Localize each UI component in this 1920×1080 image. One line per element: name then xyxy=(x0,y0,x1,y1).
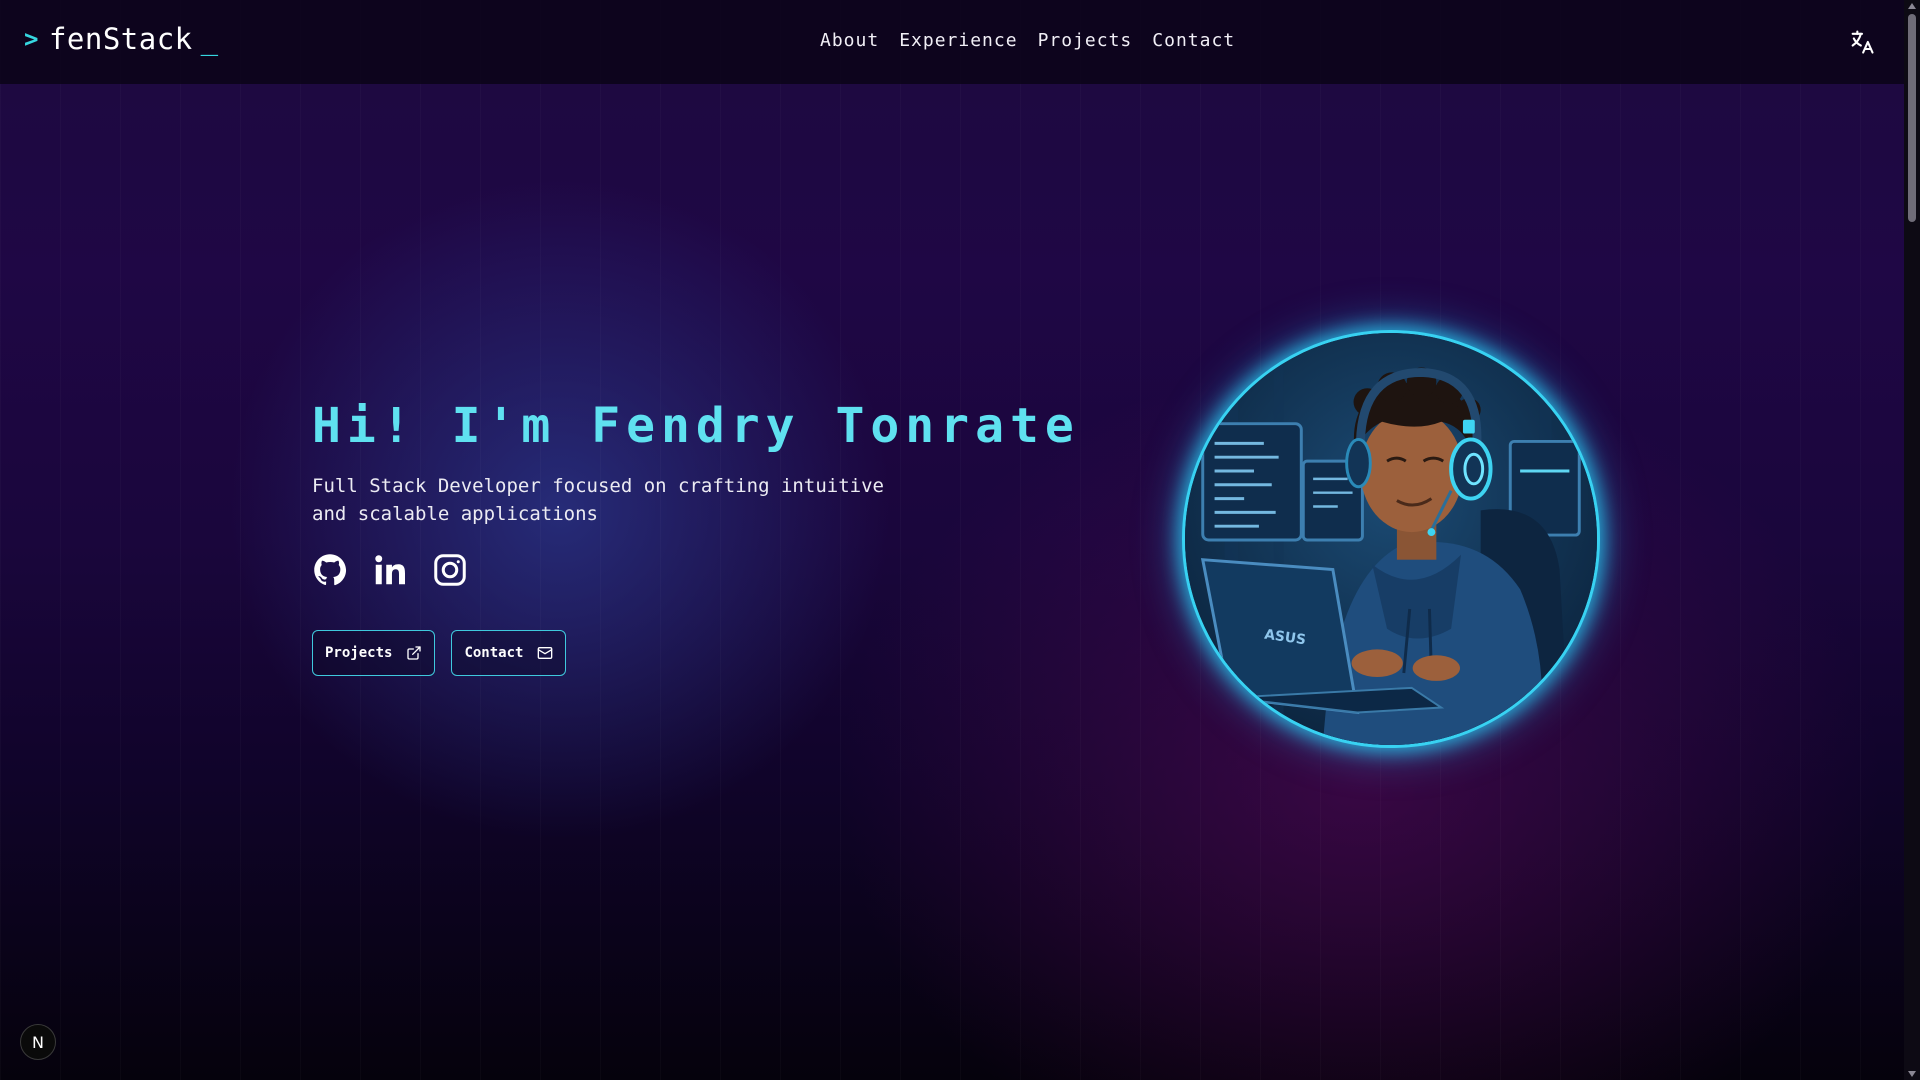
mail-icon xyxy=(538,647,553,659)
developer-illustration: ASUS xyxy=(1185,333,1597,745)
nav-about[interactable]: About xyxy=(820,30,879,51)
nav-projects[interactable]: Projects xyxy=(1038,30,1133,51)
brand-logo[interactable]: > fenStack _ xyxy=(24,22,219,56)
instagram-icon[interactable] xyxy=(432,552,468,588)
social-links xyxy=(312,552,468,588)
background-gridlines xyxy=(0,0,1920,1080)
scroll-up-arrow-icon[interactable] xyxy=(1908,3,1916,9)
contact-button[interactable]: Contact xyxy=(451,630,567,676)
contact-button-label: Contact xyxy=(464,645,524,661)
github-icon[interactable] xyxy=(312,552,348,588)
hero-title: Hi! I'm Fendry Tonrate xyxy=(312,398,1080,454)
site-header: > fenStack _ About Experience Projects C… xyxy=(0,0,1904,84)
page: > fenStack _ About Experience Projects C… xyxy=(0,0,1920,1080)
projects-button-label: Projects xyxy=(325,645,393,661)
external-link-icon xyxy=(407,646,422,660)
translate-icon[interactable] xyxy=(1848,28,1876,56)
hero-subtitle: Full Stack Developer focused on crafting… xyxy=(312,475,884,525)
brand-name: fenStack xyxy=(48,22,193,56)
nav-experience[interactable]: Experience xyxy=(899,30,1017,51)
page-scrollbar[interactable] xyxy=(1904,0,1920,1080)
main-nav: About Experience Projects Contact xyxy=(820,30,1235,51)
brand-cursor: _ xyxy=(200,22,219,56)
hero-actions: Projects Contact xyxy=(312,630,567,676)
avatar: ASUS xyxy=(1182,330,1600,748)
projects-button[interactable]: Projects xyxy=(312,630,436,676)
scroll-thumb[interactable] xyxy=(1908,14,1916,222)
scroll-down-arrow-icon[interactable] xyxy=(1908,1071,1916,1077)
nextjs-badge-letter: N xyxy=(32,1032,44,1052)
nextjs-dev-badge[interactable]: N xyxy=(20,1024,56,1060)
nav-contact[interactable]: Contact xyxy=(1152,30,1235,51)
linkedin-icon[interactable] xyxy=(372,552,408,588)
brand-prompt: > xyxy=(24,25,39,53)
